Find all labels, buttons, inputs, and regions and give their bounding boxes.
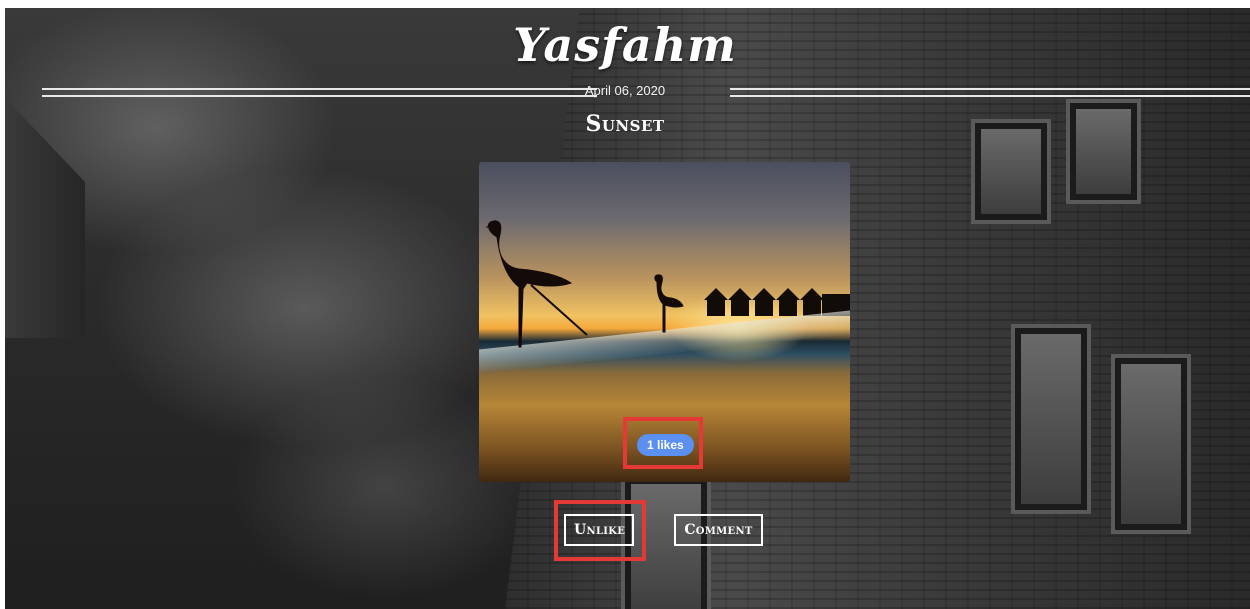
window-left-edge (0, 0, 5, 609)
background-window (1115, 358, 1187, 530)
page-header: Yasfahm April 06, 2020 Sunset (0, 8, 1250, 148)
post-date: April 06, 2020 (584, 83, 666, 98)
post-title: Sunset (585, 111, 665, 137)
flamingo-silhouette (485, 219, 588, 348)
window-top-edge (0, 0, 1250, 8)
background-window (1015, 328, 1087, 510)
comment-button[interactable]: Comment (674, 514, 763, 546)
highlight-box-likes (623, 417, 703, 469)
site-logo-title[interactable]: Yasfahm (0, 18, 1250, 72)
beach-huts-silhouette (704, 288, 850, 316)
highlight-box-unlike (554, 500, 646, 561)
flamingo-silhouette (654, 274, 684, 333)
